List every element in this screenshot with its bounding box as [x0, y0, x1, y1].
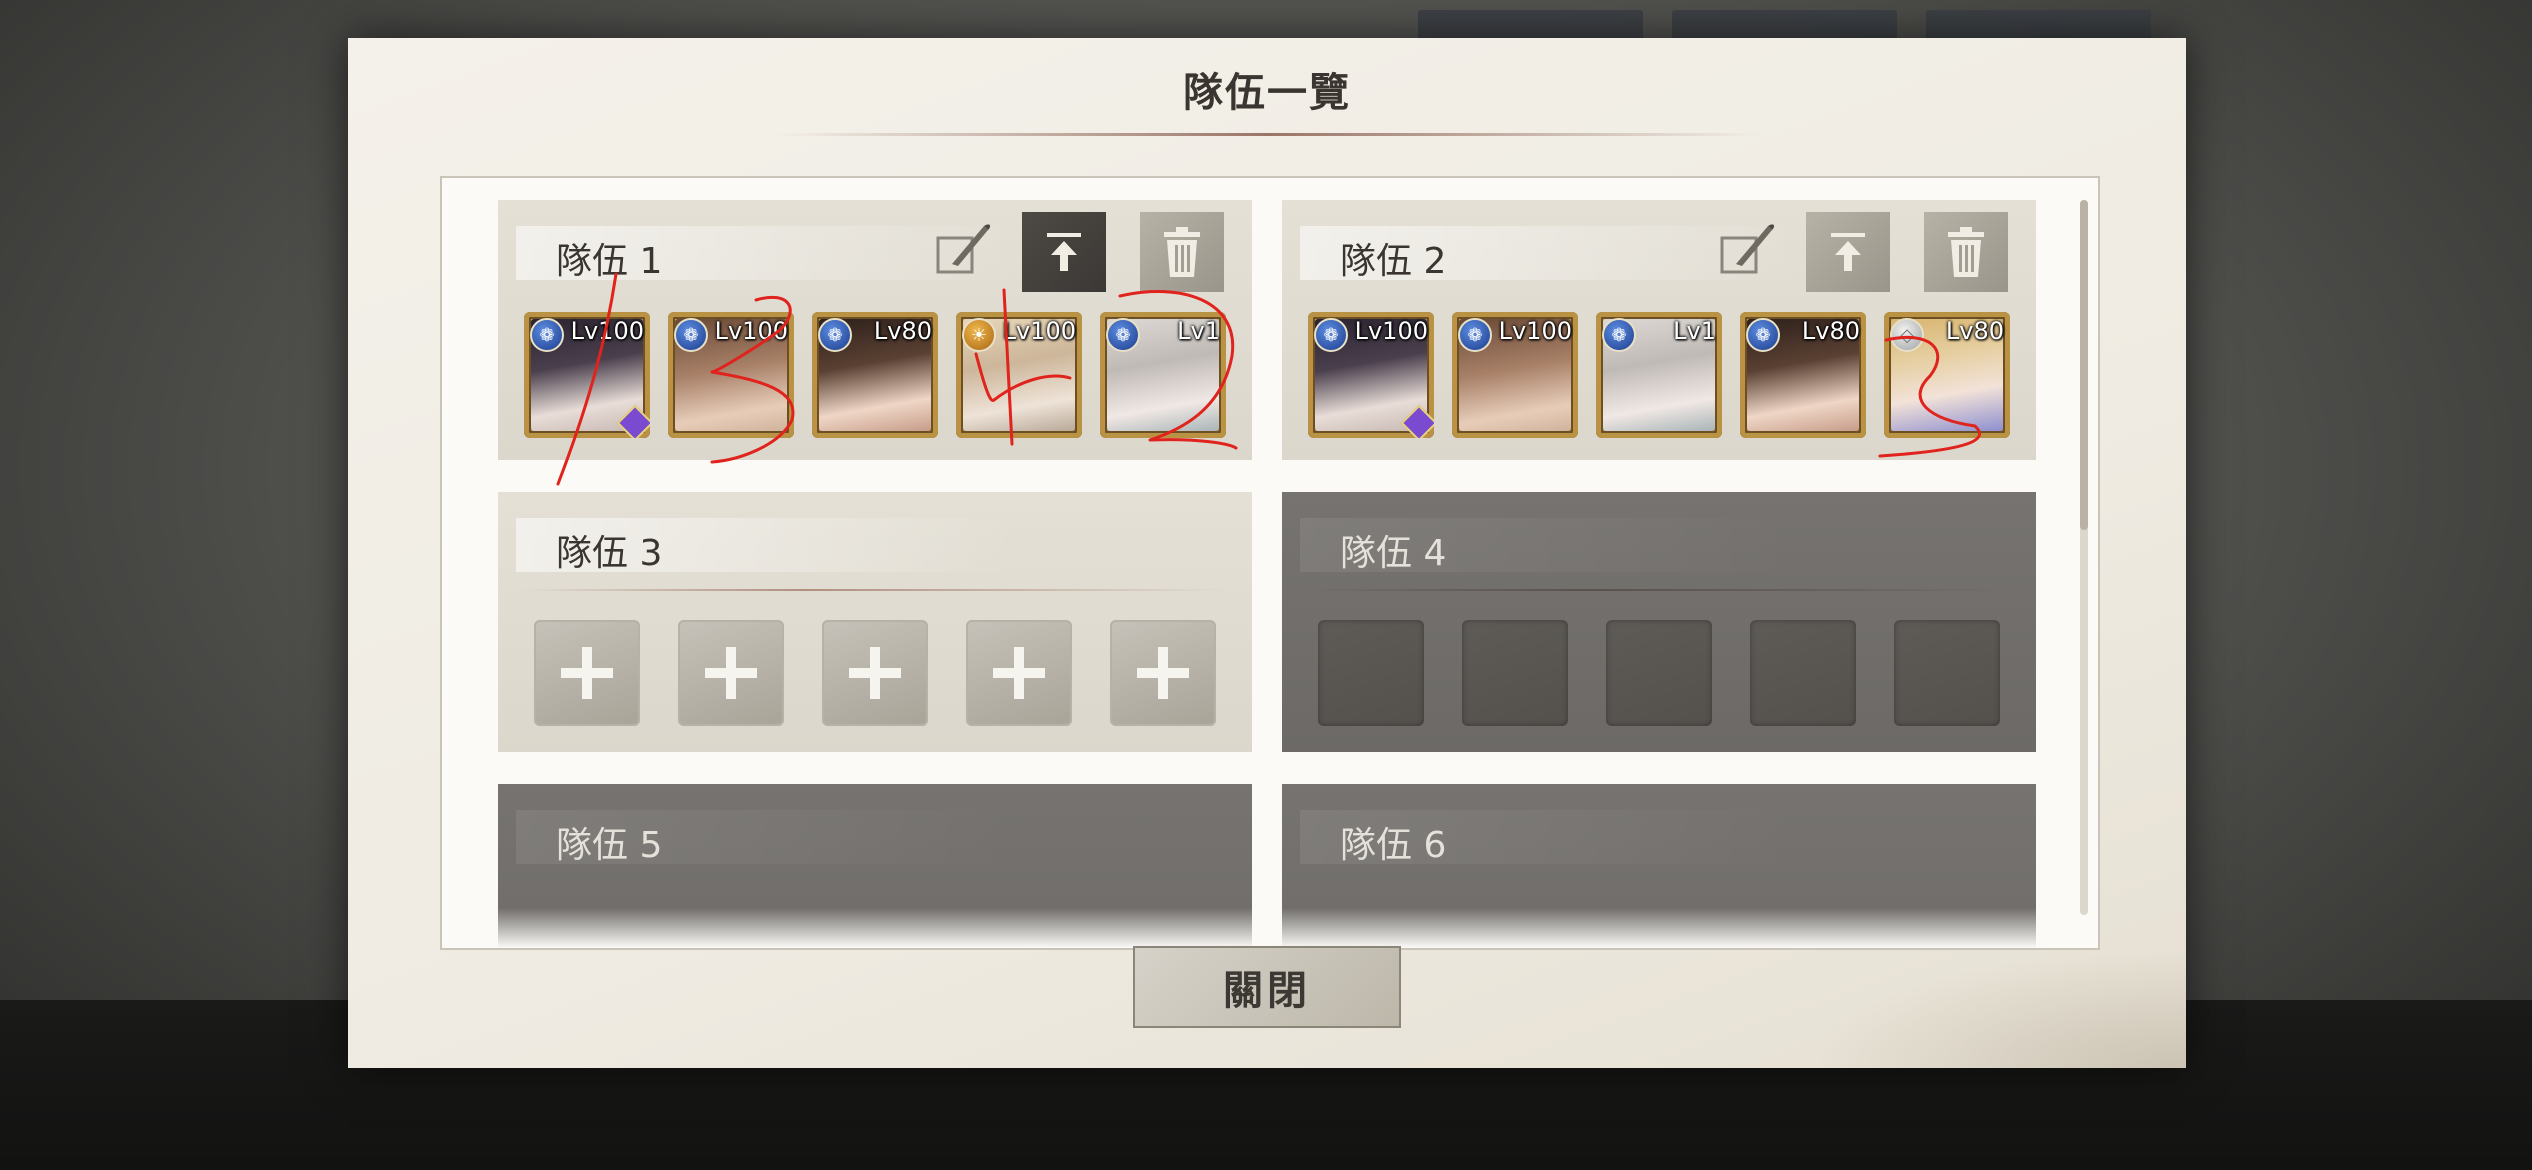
- add-member-slot[interactable]: [822, 620, 928, 726]
- level-label: Lv100: [1354, 317, 1428, 345]
- locked-slot: [1462, 620, 1568, 726]
- dialog-title: 隊伍一覽: [1183, 69, 1351, 116]
- diamond-icon: ◇: [1890, 318, 1924, 352]
- water-icon: ❁: [818, 318, 852, 352]
- team-name: 隊伍 3: [556, 533, 663, 574]
- member-slot[interactable]: ❁ Lv100: [524, 312, 650, 438]
- add-member-slot[interactable]: [1110, 620, 1216, 726]
- water-icon: ❁: [1602, 318, 1636, 352]
- member-slot[interactable]: ❁ Lv80: [812, 312, 938, 438]
- plus-icon: [849, 647, 901, 699]
- team-name: 隊伍 2: [1340, 241, 1447, 282]
- level-label: Lv80: [1945, 317, 2004, 345]
- add-member-slot[interactable]: [966, 620, 1072, 726]
- level-label: Lv1: [1673, 317, 1716, 345]
- plus-icon: [561, 647, 613, 699]
- team-divider: [522, 589, 1228, 591]
- add-member-slot[interactable]: [678, 620, 784, 726]
- level-label: Lv100: [1002, 317, 1076, 345]
- water-icon: ❁: [1458, 318, 1492, 352]
- locked-slot: [1606, 620, 1712, 726]
- locked-slot: [1750, 620, 1856, 726]
- member-slot[interactable]: ❁ Lv80: [1740, 312, 1866, 438]
- rename-button[interactable]: [934, 220, 992, 278]
- fade-overlay: [442, 908, 2098, 948]
- quill-edit-icon: [1720, 224, 1775, 274]
- member-slot[interactable]: ◇ Lv80: [1884, 312, 2010, 438]
- level-label: Lv80: [1801, 317, 1860, 345]
- team-card-4: 隊伍 4: [1282, 492, 2036, 752]
- delete-button[interactable]: [1140, 212, 1224, 292]
- title-divider: [778, 133, 1758, 136]
- member-slot[interactable]: ❁ Lv100: [1452, 312, 1578, 438]
- member-slot[interactable]: ❁ Lv1: [1100, 312, 1226, 438]
- team-list[interactable]: 隊伍 1 ❁ Lv100 ❁ Lv100 ❁ Lv80 ☀ Lv100 ❁ Lv…: [440, 176, 2100, 950]
- plus-icon: [705, 647, 757, 699]
- rename-button[interactable]: [1718, 220, 1776, 278]
- delete-button[interactable]: [1924, 212, 2008, 292]
- trash-icon: [1164, 227, 1200, 277]
- team-name: 隊伍 4: [1340, 533, 1447, 574]
- add-member-slot[interactable]: [534, 620, 640, 726]
- quill-edit-icon: [936, 224, 991, 274]
- team-name: 隊伍 5: [556, 825, 663, 866]
- water-icon: ❁: [674, 318, 708, 352]
- team-card-1[interactable]: 隊伍 1 ❁ Lv100 ❁ Lv100 ❁ Lv80 ☀ Lv100 ❁ Lv…: [498, 200, 1252, 460]
- set-top-button[interactable]: [1022, 212, 1106, 292]
- arrow-up-to-top-icon: [1047, 233, 1081, 271]
- water-icon: ❁: [530, 318, 564, 352]
- locked-slot: [1318, 620, 1424, 726]
- member-slot[interactable]: ❁ Lv100: [668, 312, 794, 438]
- member-slot[interactable]: ❁ Lv1: [1596, 312, 1722, 438]
- close-button[interactable]: 關閉: [1133, 946, 1401, 1028]
- team-card-2[interactable]: 隊伍 2 ❁ Lv100 ❁ Lv100 ❁ Lv1 ❁ Lv80 ◇ Lv80: [1282, 200, 2036, 460]
- member-slot[interactable]: ☀ Lv100: [956, 312, 1082, 438]
- trash-icon: [1948, 227, 1984, 277]
- level-label: Lv80: [873, 317, 932, 345]
- locked-slot: [1894, 620, 2000, 726]
- level-label: Lv100: [1498, 317, 1572, 345]
- plus-icon: [993, 647, 1045, 699]
- level-label: Lv1: [1177, 317, 1220, 345]
- level-label: Lv100: [570, 317, 644, 345]
- member-slot[interactable]: ❁ Lv100: [1308, 312, 1434, 438]
- level-label: Lv100: [714, 317, 788, 345]
- scroll-thumb[interactable]: [2080, 200, 2088, 530]
- team-card-3[interactable]: 隊伍 3: [498, 492, 1252, 752]
- team-name: 隊伍 6: [1340, 825, 1447, 866]
- arrow-up-to-top-icon: [1831, 233, 1865, 271]
- water-icon: ❁: [1314, 318, 1348, 352]
- water-icon: ❁: [1106, 318, 1140, 352]
- team-name: 隊伍 1: [556, 241, 663, 282]
- plus-icon: [1137, 647, 1189, 699]
- set-top-button[interactable]: [1806, 212, 1890, 292]
- scrollbar[interactable]: [2080, 200, 2088, 915]
- team-divider: [1306, 589, 2012, 591]
- team-list-dialog: 隊伍一覽 隊伍 1 ❁ Lv100 ❁ Lv100 ❁ Lv80 ☀ Lv100…: [348, 38, 2186, 1068]
- water-icon: ❁: [1746, 318, 1780, 352]
- sun-icon: ☀: [962, 318, 996, 352]
